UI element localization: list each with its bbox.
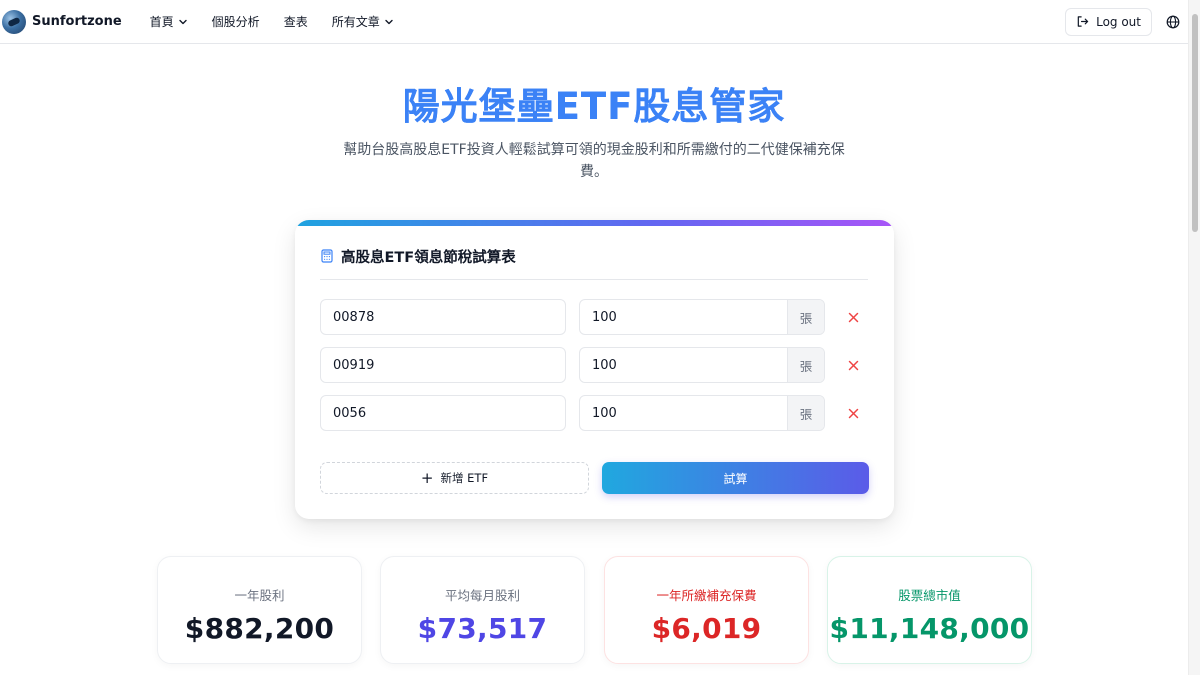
logout-label: Log out xyxy=(1096,14,1141,29)
nav-item-stock-analysis[interactable]: 個股分析 xyxy=(212,13,260,30)
quantity-input-group: 100 張 xyxy=(579,395,825,431)
etf-code-input[interactable]: 00919 xyxy=(320,347,566,383)
quantity-unit: 張 xyxy=(787,348,824,382)
etf-code-input[interactable]: 0056 xyxy=(320,395,566,431)
stat-card-health-premium: 一年所繳補充保費 $6,019 xyxy=(604,556,809,664)
stat-value: $73,517 xyxy=(417,612,548,645)
stat-label: 股票總市值 xyxy=(898,588,961,603)
nav-item-lookup[interactable]: 查表 xyxy=(284,13,308,30)
card-title: 高股息ETF領息節稅試算表 xyxy=(341,250,516,266)
nav-item-label: 所有文章 xyxy=(331,15,380,29)
quantity-input[interactable]: 100 xyxy=(580,300,787,334)
etf-row: 00878 100 張 xyxy=(320,299,868,335)
quantity-unit: 張 xyxy=(787,396,824,430)
stat-label: 一年所繳補充保費 xyxy=(656,588,757,603)
stat-card-market-value: 股票總市值 $11,148,000 xyxy=(827,556,1032,664)
nav-item-label: 個股分析 xyxy=(211,15,260,29)
plus-icon: + xyxy=(420,468,434,487)
close-icon xyxy=(848,408,858,418)
etf-row: 0056 100 張 xyxy=(320,395,868,431)
etf-row: 00919 100 張 xyxy=(320,347,868,383)
remove-row-button[interactable] xyxy=(843,307,863,327)
quantity-input[interactable]: 100 xyxy=(580,348,787,382)
chevron-down-icon xyxy=(178,19,187,24)
close-icon xyxy=(848,312,858,322)
top-navbar: Sunfortzone 首頁 個股分析 查表 所有文章 Log out xyxy=(0,0,1188,44)
page-scrollbar[interactable] xyxy=(1188,0,1200,675)
page-subtitle: 幫助台股高股息ETF投資人輕鬆試算可領的現金股利和所需繳付的二代健保補充保費。 xyxy=(343,142,845,180)
page-title: 陽光堡壘ETF股息管家 xyxy=(0,76,1188,130)
quantity-input-group: 100 張 xyxy=(579,299,825,335)
stat-value: $6,019 xyxy=(651,612,762,645)
remove-row-button[interactable] xyxy=(843,355,863,375)
stat-card-monthly-dividend: 平均每月股利 $73,517 xyxy=(380,556,585,664)
nav-item-home[interactable]: 首頁 xyxy=(150,13,188,30)
close-icon xyxy=(848,360,858,370)
add-etf-label: 新增 ETF xyxy=(440,471,489,485)
logout-button[interactable]: Log out xyxy=(1065,7,1152,36)
calculator-card: 高股息ETF領息節稅試算表 00878 100 張 00919 100 張 00… xyxy=(295,220,894,519)
stat-value: $11,148,000 xyxy=(829,612,1030,645)
calculator-icon xyxy=(321,249,333,263)
quantity-input[interactable]: 100 xyxy=(580,396,787,430)
brand-link[interactable]: Sunfortzone xyxy=(2,9,122,34)
add-etf-button[interactable]: + 新增 ETF xyxy=(320,462,589,494)
logo-icon xyxy=(2,9,26,34)
nav-item-all-articles[interactable]: 所有文章 xyxy=(332,13,394,30)
card-header: 高股息ETF領息節稅試算表 xyxy=(320,246,868,280)
globe-icon[interactable] xyxy=(1166,15,1180,29)
chevron-down-icon xyxy=(385,19,393,24)
scrollbar-thumb[interactable] xyxy=(1192,14,1198,232)
stat-card-annual-dividend: 一年股利 $882,200 xyxy=(157,556,362,664)
nav-item-label: 查表 xyxy=(283,15,308,29)
stat-label: 平均每月股利 xyxy=(444,588,520,603)
stat-label: 一年股利 xyxy=(234,588,285,603)
stat-value: $882,200 xyxy=(184,612,335,645)
quantity-unit: 張 xyxy=(787,300,824,334)
brand-name: Sunfortzone xyxy=(32,14,122,29)
etf-code-input[interactable]: 00878 xyxy=(320,299,566,335)
logout-icon xyxy=(1077,16,1089,27)
nav-item-label: 首頁 xyxy=(149,15,174,29)
nav-menu: 首頁 個股分析 查表 所有文章 xyxy=(150,13,418,30)
card-accent-bar xyxy=(295,220,894,226)
quantity-input-group: 100 張 xyxy=(579,347,825,383)
nav-actions: Log out xyxy=(1065,7,1180,36)
calculate-button[interactable]: 試算 xyxy=(602,462,869,494)
remove-row-button[interactable] xyxy=(843,403,863,423)
